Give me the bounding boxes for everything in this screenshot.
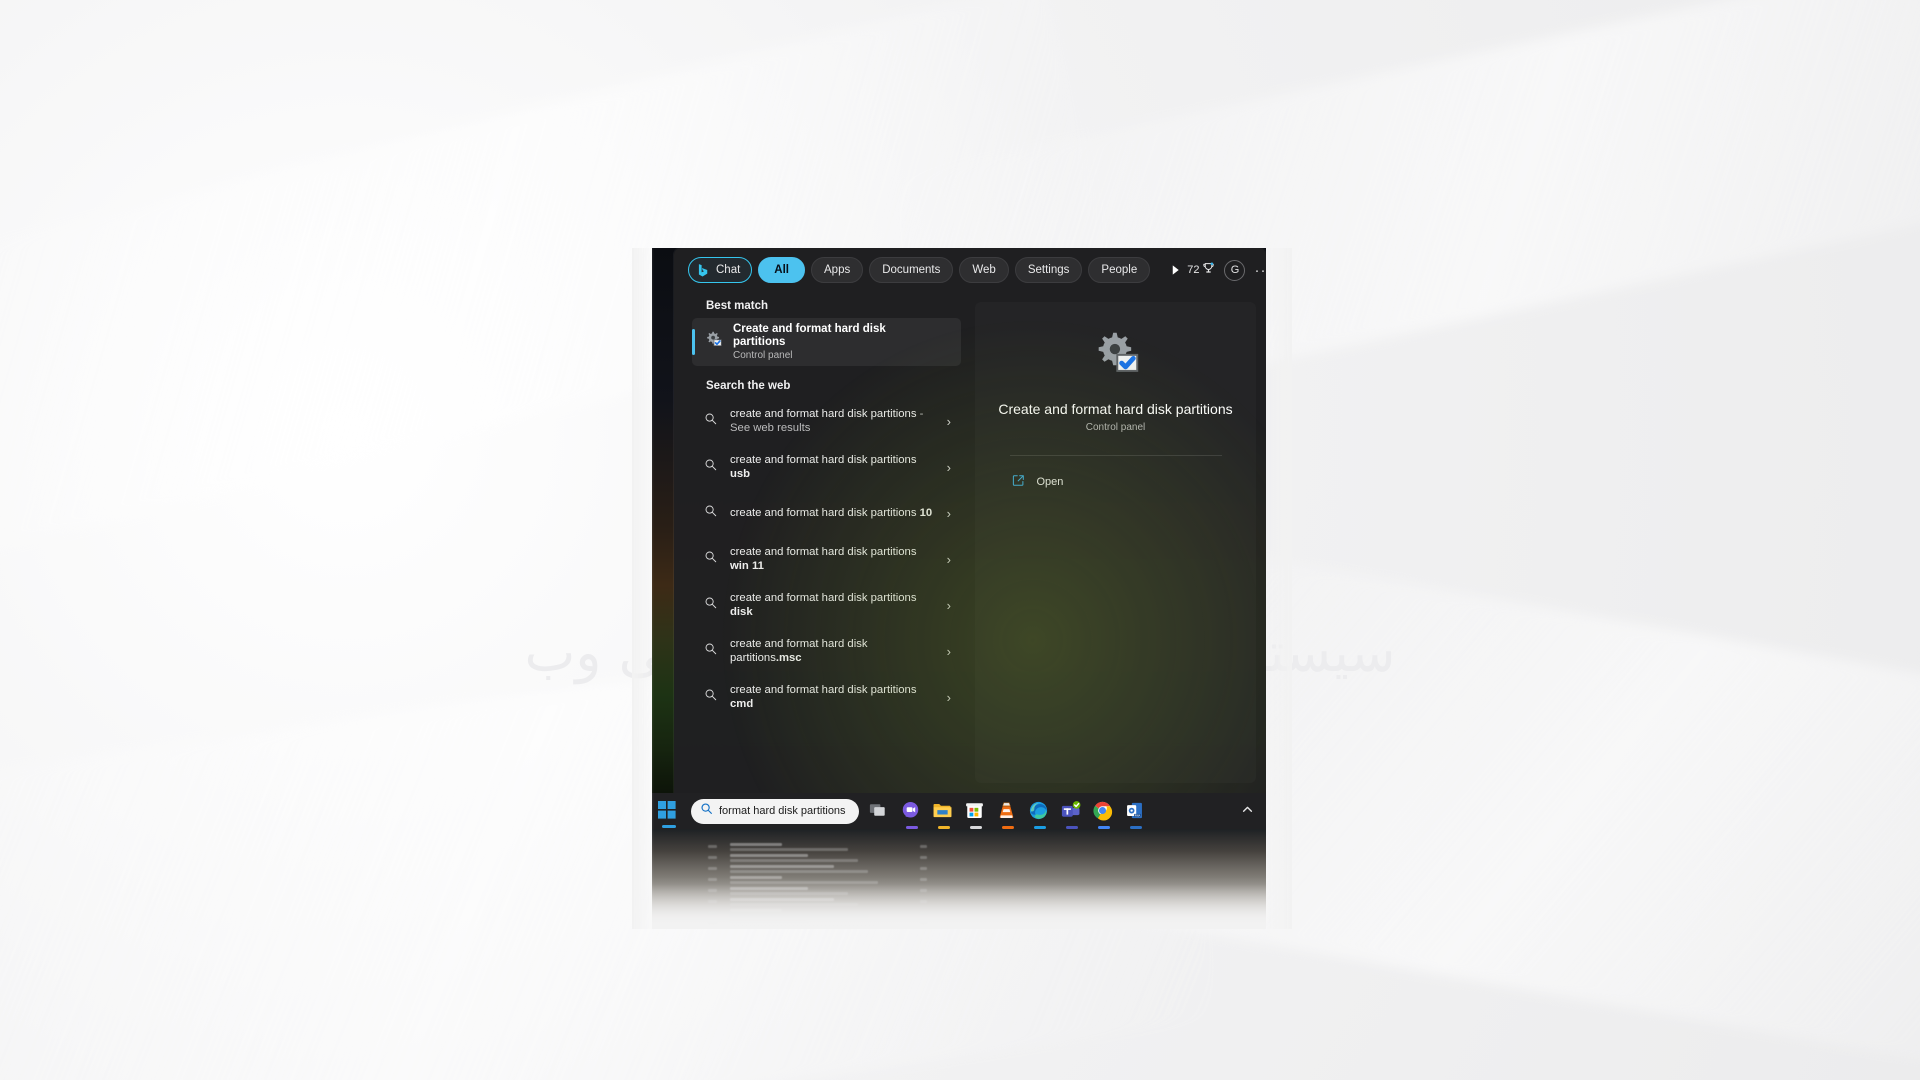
bing-chat-icon xyxy=(696,263,711,278)
best-match-subtitle: Control panel xyxy=(733,350,793,361)
web-suggestion-text: create and format hard disk partitions c… xyxy=(730,684,917,710)
preview-divider xyxy=(1009,455,1222,456)
web-suggestion-text: create and format hard disk partitions -… xyxy=(730,408,924,434)
windows-taskbar: format hard disk partitions PWA xyxy=(652,793,1266,829)
web-suggestion-item[interactable]: create and format hard disk partitions.m… xyxy=(692,628,961,674)
chevron-right-icon: › xyxy=(946,459,951,475)
preview-column: Create and format hard disk partitions C… xyxy=(971,292,1266,793)
filter-pill-chat[interactable]: Chat xyxy=(688,257,753,283)
account-avatar[interactable]: G xyxy=(1224,259,1246,281)
taskbar-icons: format hard disk partitions PWA xyxy=(652,798,1147,829)
rewards-points-value: 72 xyxy=(1187,264,1200,276)
reflection-fade xyxy=(652,829,1266,929)
filter-pill-apps-label: Apps xyxy=(824,264,851,276)
web-suggestion-item[interactable]: create and format hard disk partitions c… xyxy=(692,674,961,720)
office-pwa-icon[interactable]: PWA xyxy=(1124,800,1147,829)
magnifier-icon xyxy=(704,642,718,661)
web-suggestion-text: create and format hard disk partitions d… xyxy=(730,592,917,618)
screenshot-right-fade xyxy=(1266,248,1292,929)
best-match-title: Create and format hard disk partitions xyxy=(733,323,886,348)
filter-pill-all-label: All xyxy=(774,264,789,276)
rewards-points-button[interactable]: 72 xyxy=(1187,262,1215,278)
web-suggestion-item[interactable]: create and format hard disk partitions -… xyxy=(692,398,961,444)
search-filter-bar: Chat All Apps Documents Web Settings Peo… xyxy=(674,248,1266,292)
web-suggestion-text: create and format hard disk partitions.m… xyxy=(730,638,868,664)
web-suggestion-text: create and format hard disk partitions u… xyxy=(730,454,917,480)
magnifier-icon xyxy=(704,412,718,431)
microsoft-store-icon[interactable] xyxy=(964,800,987,829)
chat-teams-consumer-icon[interactable] xyxy=(900,800,923,829)
chevron-right-icon: › xyxy=(946,551,951,567)
web-suggestion-text: create and format hard disk partitions 1… xyxy=(730,507,933,519)
magnifier-icon xyxy=(704,550,718,569)
filter-pill-people[interactable]: People xyxy=(1088,257,1151,283)
google-chrome-icon[interactable] xyxy=(1092,800,1115,829)
chevron-right-icon: › xyxy=(946,597,951,613)
web-suggestion-item[interactable]: create and format hard disk partitions d… xyxy=(692,582,961,628)
filter-pill-documents-label: Documents xyxy=(882,264,941,276)
filter-pill-apps[interactable]: Apps xyxy=(811,257,864,283)
chevron-up-icon[interactable] xyxy=(1241,803,1266,819)
filter-pill-settings-label: Settings xyxy=(1027,264,1070,276)
magnifier-icon xyxy=(704,504,718,523)
web-suggestion-item[interactable]: create and format hard disk partitions u… xyxy=(692,444,961,490)
ellipsis-icon[interactable]: ··· xyxy=(1254,263,1266,278)
taskbar-search-value: format hard disk partitions xyxy=(719,805,846,817)
search-icon xyxy=(700,802,713,820)
chevron-right-icon: › xyxy=(946,413,951,429)
microsoft-teams-icon[interactable] xyxy=(1060,800,1083,829)
web-suggestion-item[interactable]: create and format hard disk partitions 1… xyxy=(692,490,961,536)
chevron-right-icon: › xyxy=(946,505,951,521)
search-the-web-section-label: Search the web xyxy=(706,380,791,392)
filter-pill-web[interactable]: Web xyxy=(959,257,1009,283)
file-explorer-icon[interactable] xyxy=(932,800,955,829)
filter-pill-all[interactable]: All xyxy=(758,257,805,283)
web-suggestion-item[interactable]: create and format hard disk partitions w… xyxy=(692,536,961,582)
filter-pill-chat-label: Chat xyxy=(716,264,741,276)
account-initial: G xyxy=(1230,264,1240,276)
screenshot-left-fade xyxy=(632,248,654,929)
preview-subtitle: Control panel xyxy=(1085,422,1146,433)
computer-management-gear-icon xyxy=(1090,328,1142,385)
magnifier-icon xyxy=(704,688,718,707)
taskbar-search-input[interactable]: format hard disk partitions xyxy=(691,798,859,824)
vlc-media-player-icon[interactable] xyxy=(996,800,1019,829)
open-action-label: Open xyxy=(1036,476,1064,488)
open-external-icon xyxy=(1012,474,1025,490)
svg-text:PWA: PWA xyxy=(1135,813,1141,817)
result-preview-card: Create and format hard disk partitions C… xyxy=(975,302,1256,783)
web-suggestion-text: create and format hard disk partitions w… xyxy=(730,546,917,572)
chevron-right-filled-icon[interactable] xyxy=(1170,259,1181,281)
magnifier-icon xyxy=(704,458,718,477)
windows-start-icon[interactable] xyxy=(657,800,680,828)
best-match-result[interactable]: Create and format hard disk partitions C… xyxy=(692,318,961,366)
filter-pill-people-label: People xyxy=(1101,264,1138,276)
task-view-icon[interactable] xyxy=(868,800,891,823)
search-results-body: Best match Create and format hard disk p… xyxy=(674,292,1266,793)
header-actions: 72 G ··· xyxy=(1187,258,1266,282)
open-action-button[interactable]: Open xyxy=(1010,470,1222,494)
chevron-right-icon: › xyxy=(946,689,951,705)
computer-management-gear-icon xyxy=(704,330,723,354)
best-match-texts: Create and format hard disk partitions C… xyxy=(733,323,913,361)
results-list-column: Best match Create and format hard disk p… xyxy=(674,292,971,793)
magnifier-icon xyxy=(704,596,718,615)
windows-search-flyout: Chat All Apps Documents Web Settings Peo… xyxy=(674,248,1266,793)
microsoft-edge-icon[interactable] xyxy=(1028,800,1051,829)
web-suggestions-list: create and format hard disk partitions -… xyxy=(674,398,971,720)
filter-pill-web-label: Web xyxy=(972,264,996,276)
filter-pill-documents[interactable]: Documents xyxy=(869,257,954,283)
desktop-wallpaper: Chat All Apps Documents Web Settings Peo… xyxy=(652,248,1266,793)
filter-pill-settings[interactable]: Settings xyxy=(1014,257,1083,283)
trophy-icon xyxy=(1202,262,1215,278)
preview-title: Create and format hard disk partitions xyxy=(998,401,1233,417)
screenshot-reflection xyxy=(652,829,1266,929)
chevron-right-icon: › xyxy=(946,643,951,659)
best-match-section-label: Best match xyxy=(706,300,768,312)
